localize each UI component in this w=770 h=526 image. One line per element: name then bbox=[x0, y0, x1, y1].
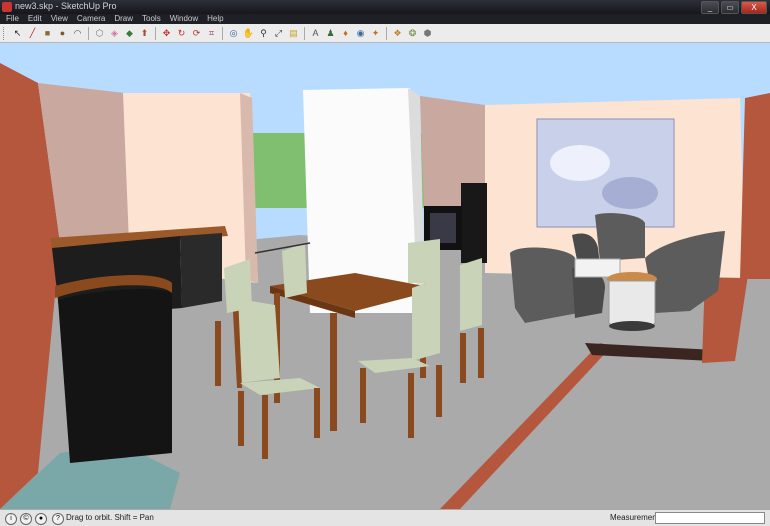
select-tool-icon[interactable]: ↖ bbox=[11, 27, 24, 40]
painting-cloud-2 bbox=[602, 177, 658, 209]
components-icon[interactable]: ⬢ bbox=[421, 27, 434, 40]
share-model-icon[interactable]: ❂ bbox=[406, 27, 419, 40]
toolbar-separator bbox=[88, 26, 89, 40]
zoom-extents-icon[interactable]: ⤢ bbox=[272, 27, 285, 40]
text-tool-icon[interactable]: A bbox=[309, 27, 322, 40]
chair-leg bbox=[262, 395, 268, 459]
chair-back bbox=[282, 243, 307, 298]
kitchen-counter-side bbox=[180, 233, 222, 308]
make-component-icon[interactable]: ⬡ bbox=[93, 27, 106, 40]
measurements-input[interactable] bbox=[655, 512, 765, 524]
table-leg-2 bbox=[330, 313, 337, 431]
menu-camera[interactable]: Camera bbox=[77, 14, 105, 24]
chair-back bbox=[460, 258, 482, 331]
geo-location-icon[interactable]: i bbox=[5, 513, 17, 525]
coffee-table-glass bbox=[574, 258, 621, 278]
model-viewport[interactable] bbox=[0, 43, 770, 509]
toolbar-grip[interactable] bbox=[3, 26, 7, 40]
tape-measure-icon[interactable]: ▤ bbox=[287, 27, 300, 40]
menu-tools[interactable]: Tools bbox=[142, 14, 161, 24]
rotate-tool-icon[interactable]: ↻ bbox=[175, 27, 188, 40]
eraser-tool-icon[interactable]: ◈ bbox=[108, 27, 121, 40]
painting-cloud-1 bbox=[550, 145, 610, 181]
arc-tool-icon[interactable]: ◠ bbox=[71, 27, 84, 40]
look-around-icon[interactable]: ◉ bbox=[354, 27, 367, 40]
offset-tool-icon[interactable]: ⌗ bbox=[205, 27, 218, 40]
get-models-icon[interactable]: ❖ bbox=[391, 27, 404, 40]
circle-tool-icon[interactable]: ● bbox=[56, 27, 69, 40]
paint-bucket-icon[interactable]: ◆ bbox=[123, 27, 136, 40]
menu-bar: File Edit View Camera Draw Tools Window … bbox=[0, 14, 770, 24]
credits-icon[interactable]: © bbox=[20, 513, 32, 525]
menu-edit[interactable]: Edit bbox=[28, 14, 42, 24]
orbit-tool-icon[interactable]: ◎ bbox=[227, 27, 240, 40]
menu-file[interactable]: File bbox=[6, 14, 19, 24]
zoom-tool-icon[interactable]: ⚲ bbox=[257, 27, 270, 40]
window-title: new3.skp - SketchUp Pro bbox=[15, 1, 117, 11]
maximize-button[interactable]: ▭ bbox=[721, 1, 739, 14]
follow-me-icon[interactable]: ⟳ bbox=[190, 27, 203, 40]
status-hint: Drag to orbit. Shift = Pan bbox=[66, 513, 154, 522]
chair-leg bbox=[238, 391, 244, 446]
chair-leg bbox=[360, 368, 366, 423]
chair-leg bbox=[408, 373, 414, 438]
sketchup-app-icon[interactable] bbox=[2, 2, 12, 12]
tv-screen-glare bbox=[430, 213, 456, 243]
chair-back bbox=[224, 259, 252, 313]
main-toolbar: ↖ ╱ ■ ● ◠ ⬡ ◈ ◆ ⬆ ✥ ↻ ⟳ ⌗ ◎ ✋ ⚲ ⤢ ▤ A ♟ ♦ ◉ ✦ ❖ ❂ ⬢ bbox=[0, 24, 770, 43]
armchair-body bbox=[510, 247, 578, 323]
minimize-button[interactable]: _ bbox=[701, 1, 719, 14]
chair-leg bbox=[460, 333, 466, 383]
right-wall-edge bbox=[740, 93, 770, 279]
scene-canvas[interactable] bbox=[0, 43, 770, 509]
walk-tool-icon[interactable]: ♦ bbox=[339, 27, 352, 40]
menu-window[interactable]: Window bbox=[170, 14, 198, 24]
toolbar-separator bbox=[222, 26, 223, 40]
pan-tool-icon[interactable]: ✋ bbox=[242, 27, 255, 40]
chair-leg bbox=[314, 388, 320, 438]
section-plane-icon[interactable]: ✦ bbox=[369, 27, 382, 40]
side-table-base bbox=[609, 321, 655, 331]
chair-leg bbox=[478, 328, 484, 378]
help-icon[interactable]: ? bbox=[52, 513, 64, 525]
armchair-body bbox=[595, 213, 645, 261]
tv-speaker bbox=[461, 183, 487, 263]
toolbar-separator bbox=[304, 26, 305, 40]
rectangle-tool-icon[interactable]: ■ bbox=[41, 27, 54, 40]
title-bar: new3.skp - SketchUp Pro _ ▭ X bbox=[0, 0, 770, 14]
menu-view[interactable]: View bbox=[51, 14, 68, 24]
position-camera-icon[interactable]: ♟ bbox=[324, 27, 337, 40]
push-pull-icon[interactable]: ⬆ bbox=[138, 27, 151, 40]
menu-draw[interactable]: Draw bbox=[114, 14, 133, 24]
toolbar-separator bbox=[155, 26, 156, 40]
menu-help[interactable]: Help bbox=[207, 14, 223, 24]
toolbar-separator bbox=[386, 26, 387, 40]
chair-back bbox=[412, 278, 440, 361]
move-tool-icon[interactable]: ✥ bbox=[160, 27, 173, 40]
kitchen-island-body bbox=[58, 288, 172, 463]
user-icon[interactable]: ● bbox=[35, 513, 47, 525]
chair-leg bbox=[215, 321, 221, 386]
window-controls: _ ▭ X bbox=[701, 1, 767, 14]
chair-leg bbox=[436, 365, 442, 417]
line-tool-icon[interactable]: ╱ bbox=[26, 27, 39, 40]
chair-back bbox=[408, 239, 440, 283]
close-button[interactable]: X bbox=[741, 1, 767, 14]
status-bar: i © ● ? Drag to orbit. Shift = Pan Measu… bbox=[0, 509, 770, 526]
